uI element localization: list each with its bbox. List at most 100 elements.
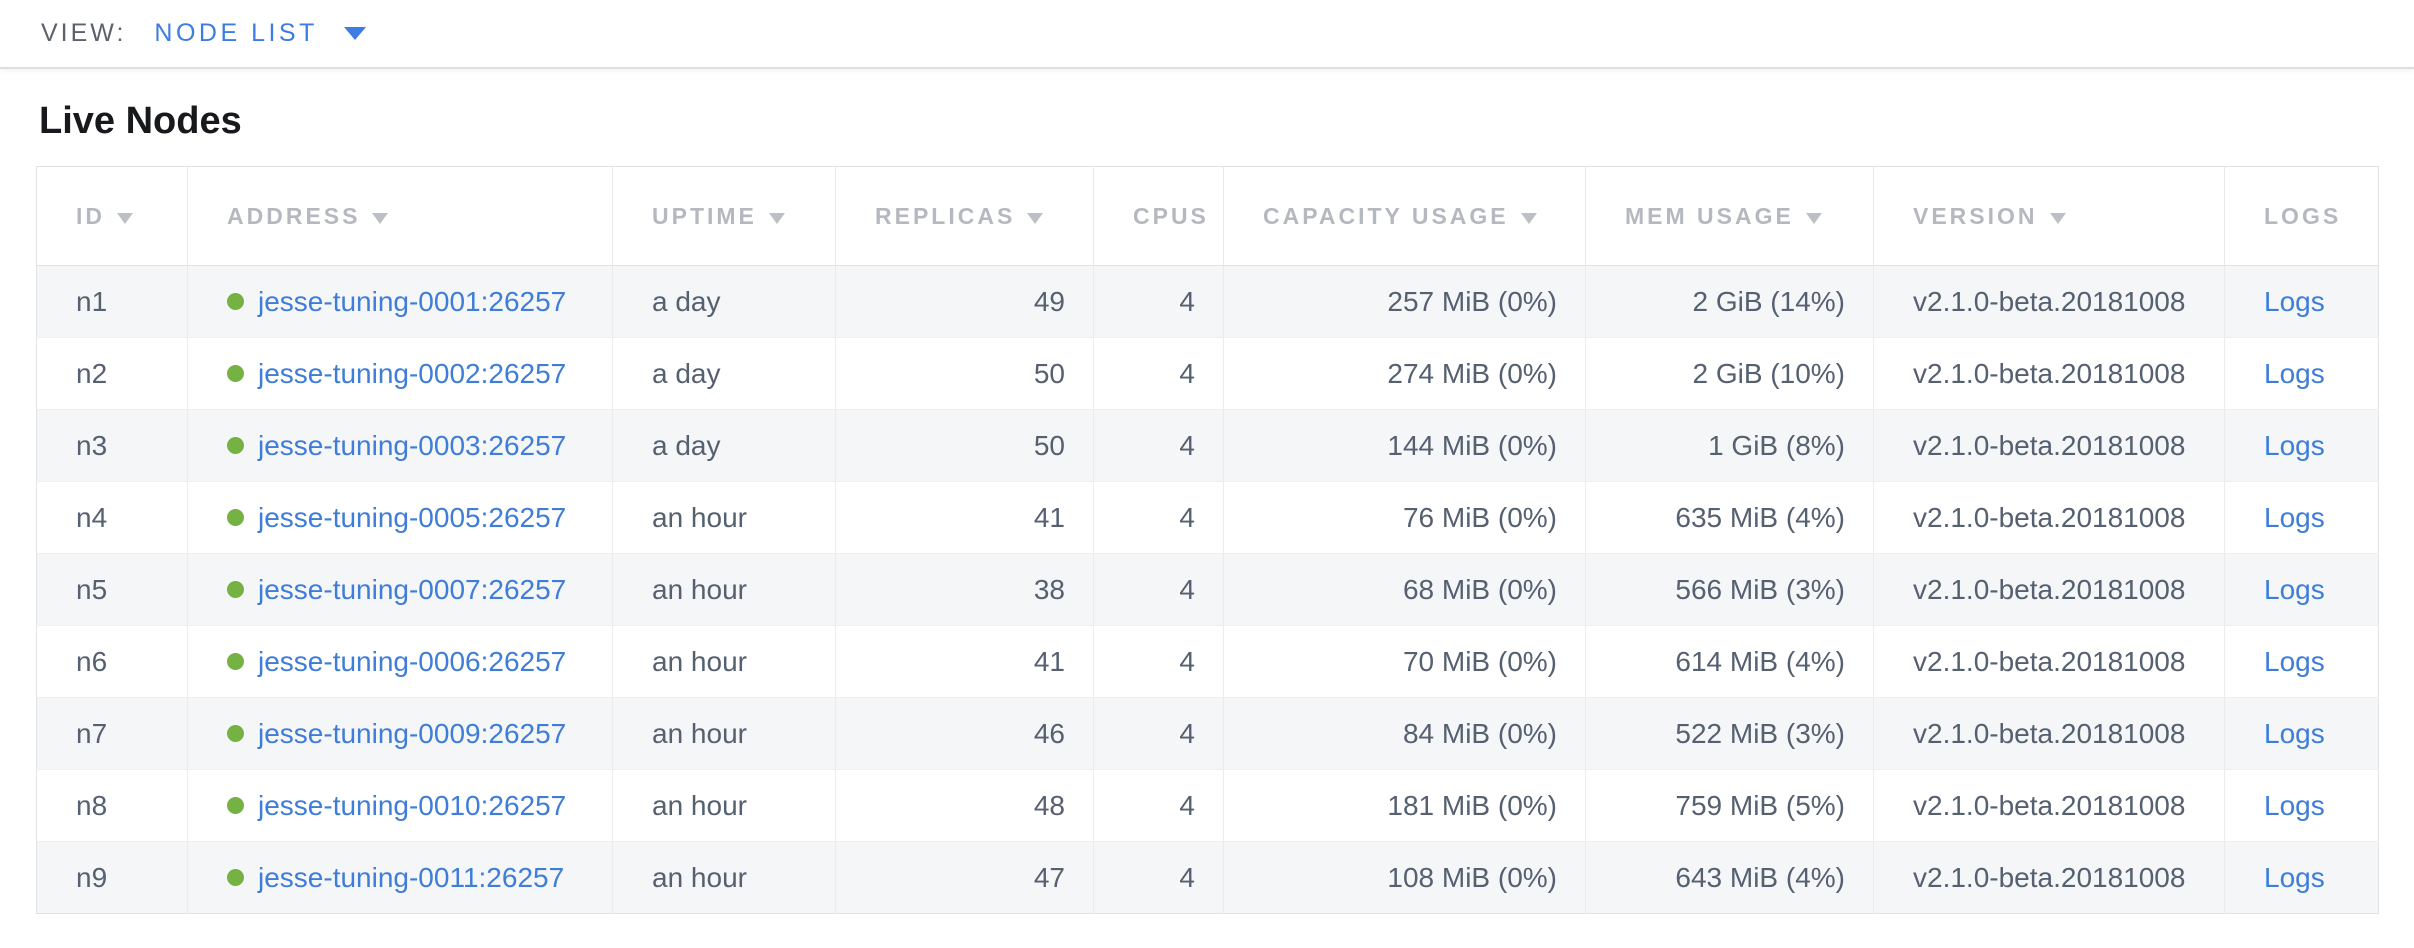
cell-address: jesse-tuning-0010:26257 [188,770,613,842]
cell-replicas: 38 [836,554,1094,626]
cell-address: jesse-tuning-0011:26257 [188,842,613,914]
cell-mem_usage: 522 MiB (3%) [1586,698,1874,770]
column-header-cpus: CPUS [1094,167,1224,266]
chevron-down-icon [344,27,366,40]
cell-uptime: an hour [613,842,836,914]
node-logs-link[interactable]: Logs [2264,502,2325,533]
node-address-link[interactable]: jesse-tuning-0009:26257 [258,718,566,749]
table-row: n7jesse-tuning-0009:26257an hour46484 Mi… [37,698,2379,770]
node-healthy-status-icon [227,365,244,382]
node-address-link[interactable]: jesse-tuning-0002:26257 [258,358,566,389]
cell-address: jesse-tuning-0003:26257 [188,410,613,482]
cell-cpus: 4 [1094,410,1224,482]
cell-logs: Logs [2225,482,2379,554]
column-header-id[interactable]: ID [37,167,188,266]
view-bar: VIEW: NODE LIST [0,0,2414,69]
column-label: MEM USAGE [1625,203,1794,229]
node-logs-link[interactable]: Logs [2264,790,2325,821]
cell-uptime: a day [613,338,836,410]
cell-capacity_usage: 76 MiB (0%) [1224,482,1586,554]
node-healthy-status-icon [227,509,244,526]
cell-logs: Logs [2225,770,2379,842]
table-row: n9jesse-tuning-0011:26257an hour474108 M… [37,842,2379,914]
view-label: VIEW: [41,19,126,48]
cell-logs: Logs [2225,554,2379,626]
column-label: UPTIME [652,203,757,229]
column-header-logs: LOGS [2225,167,2379,266]
cell-uptime: an hour [613,554,836,626]
node-address-link[interactable]: jesse-tuning-0005:26257 [258,502,566,533]
column-header-version[interactable]: VERSION [1874,167,2225,266]
cell-version: v2.1.0-beta.20181008 [1874,410,2225,482]
cell-address: jesse-tuning-0001:26257 [188,266,613,338]
sort-descending-icon [769,213,785,224]
cell-uptime: a day [613,410,836,482]
column-label: LOGS [2264,203,2341,229]
cell-version: v2.1.0-beta.20181008 [1874,770,2225,842]
column-label: REPLICAS [875,203,1015,229]
column-header-mem_usage[interactable]: MEM USAGE [1586,167,1874,266]
cell-id: n4 [37,482,188,554]
view-selector-value: NODE LIST [154,19,317,48]
cell-capacity_usage: 257 MiB (0%) [1224,266,1586,338]
sort-descending-icon [117,213,133,224]
column-label: CAPACITY USAGE [1263,203,1509,229]
cell-replicas: 50 [836,338,1094,410]
node-logs-link[interactable]: Logs [2264,646,2325,677]
cell-id: n7 [37,698,188,770]
cell-address: jesse-tuning-0007:26257 [188,554,613,626]
node-logs-link[interactable]: Logs [2264,286,2325,317]
cell-mem_usage: 2 GiB (10%) [1586,338,1874,410]
node-address-link[interactable]: jesse-tuning-0003:26257 [258,430,566,461]
column-label: VERSION [1913,203,2038,229]
node-address-link[interactable]: jesse-tuning-0006:26257 [258,646,566,677]
node-address-link[interactable]: jesse-tuning-0011:26257 [258,862,564,893]
table-row: n5jesse-tuning-0007:26257an hour38468 Mi… [37,554,2379,626]
cell-cpus: 4 [1094,770,1224,842]
sort-descending-icon [1521,213,1537,224]
cell-replicas: 46 [836,698,1094,770]
cell-logs: Logs [2225,338,2379,410]
node-healthy-status-icon [227,437,244,454]
node-logs-link[interactable]: Logs [2264,862,2325,893]
cell-logs: Logs [2225,266,2379,338]
column-header-capacity_usage[interactable]: CAPACITY USAGE [1224,167,1586,266]
node-logs-link[interactable]: Logs [2264,574,2325,605]
cell-mem_usage: 643 MiB (4%) [1586,842,1874,914]
node-address-link[interactable]: jesse-tuning-0010:26257 [258,790,566,821]
cell-uptime: an hour [613,482,836,554]
cell-logs: Logs [2225,698,2379,770]
cell-version: v2.1.0-beta.20181008 [1874,482,2225,554]
node-logs-link[interactable]: Logs [2264,358,2325,389]
cell-mem_usage: 635 MiB (4%) [1586,482,1874,554]
cell-capacity_usage: 68 MiB (0%) [1224,554,1586,626]
table-row: n4jesse-tuning-0005:26257an hour41476 Mi… [37,482,2379,554]
cell-replicas: 47 [836,842,1094,914]
node-logs-link[interactable]: Logs [2264,718,2325,749]
page-title: Live Nodes [39,99,2414,143]
column-header-address[interactable]: ADDRESS [188,167,613,266]
cell-id: n1 [37,266,188,338]
node-address-link[interactable]: jesse-tuning-0001:26257 [258,286,566,317]
cell-version: v2.1.0-beta.20181008 [1874,554,2225,626]
cell-cpus: 4 [1094,266,1224,338]
cell-version: v2.1.0-beta.20181008 [1874,842,2225,914]
cell-cpus: 4 [1094,626,1224,698]
cell-address: jesse-tuning-0006:26257 [188,626,613,698]
cell-version: v2.1.0-beta.20181008 [1874,338,2225,410]
cell-mem_usage: 566 MiB (3%) [1586,554,1874,626]
cell-uptime: an hour [613,770,836,842]
cell-mem_usage: 1 GiB (8%) [1586,410,1874,482]
cell-capacity_usage: 84 MiB (0%) [1224,698,1586,770]
node-address-link[interactable]: jesse-tuning-0007:26257 [258,574,566,605]
column-header-replicas[interactable]: REPLICAS [836,167,1094,266]
cell-version: v2.1.0-beta.20181008 [1874,698,2225,770]
column-header-uptime[interactable]: UPTIME [613,167,836,266]
node-healthy-status-icon [227,653,244,670]
cell-mem_usage: 759 MiB (5%) [1586,770,1874,842]
node-logs-link[interactable]: Logs [2264,430,2325,461]
cell-id: n5 [37,554,188,626]
column-label: CPUS [1133,203,1209,229]
cell-address: jesse-tuning-0005:26257 [188,482,613,554]
view-selector-dropdown[interactable]: NODE LIST [154,19,365,48]
